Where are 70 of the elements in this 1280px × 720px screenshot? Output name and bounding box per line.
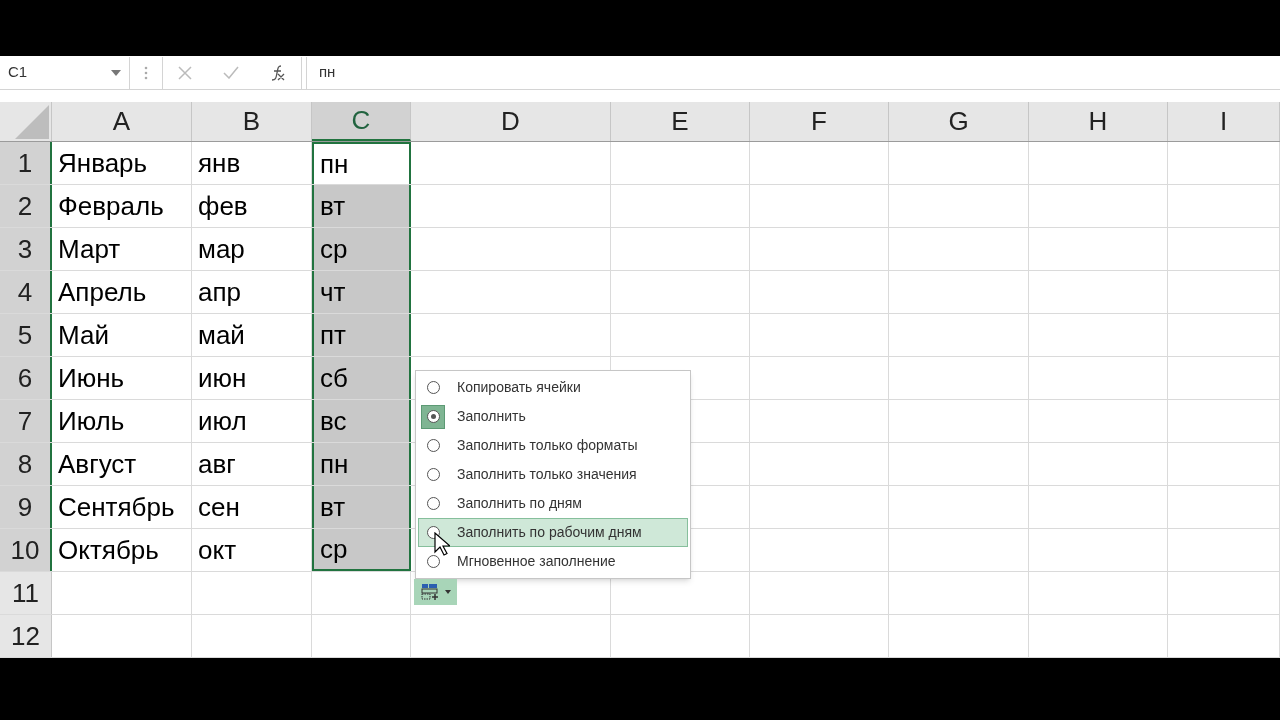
- mouse-cursor-icon: [434, 532, 450, 556]
- row-header[interactable]: 7: [0, 400, 52, 442]
- fill-option[interactable]: Заполнить по дням: [418, 489, 688, 518]
- cell-text: Октябрь: [58, 533, 159, 567]
- row-header[interactable]: 8: [0, 443, 52, 485]
- radio-button[interactable]: [421, 404, 445, 429]
- cell-text: вс: [320, 404, 347, 438]
- cell-text: июл: [198, 404, 247, 438]
- cell-text: Июль: [58, 404, 125, 438]
- row-header[interactable]: 5: [0, 314, 52, 356]
- cell-text: май: [198, 318, 245, 352]
- column-header[interactable]: C: [312, 102, 411, 141]
- auto-fill-options-button[interactable]: [414, 579, 457, 605]
- cell-text: вт: [320, 189, 346, 223]
- column-header[interactable]: F: [750, 102, 889, 141]
- fill-option[interactable]: Заполнить по рабочим дням: [418, 518, 688, 547]
- fill-option[interactable]: Мгновенное заполнение: [418, 547, 688, 576]
- corner-triangle-icon: [15, 105, 49, 139]
- cell-text: фев: [198, 189, 248, 223]
- cell-text: сб: [320, 361, 348, 395]
- cell-text: апр: [198, 275, 241, 309]
- dropdown-caret-icon: [111, 69, 121, 76]
- formula-field[interactable]: пн: [306, 56, 1280, 89]
- cell-text: Сентябрь: [58, 490, 175, 524]
- cell-text: мар: [198, 232, 245, 266]
- row-header[interactable]: 1: [0, 142, 52, 184]
- column-header[interactable]: B: [192, 102, 312, 141]
- function-icon[interactable]: [269, 64, 286, 81]
- column-header[interactable]: I: [1168, 102, 1280, 141]
- row-header[interactable]: 6: [0, 357, 52, 399]
- cell-text: Август: [58, 447, 137, 481]
- row-header[interactable]: 3: [0, 228, 52, 270]
- cell-text: янв: [198, 146, 241, 180]
- cell-text: авг: [198, 447, 236, 481]
- name-box[interactable]: C1: [0, 56, 130, 89]
- fill-grid-icon: [420, 583, 441, 601]
- cell-text: пт: [320, 318, 346, 352]
- cell-text: июн: [198, 361, 247, 395]
- row-header[interactable]: 10: [0, 529, 52, 571]
- cell-text: Январь: [58, 146, 148, 180]
- checkmark-icon[interactable]: [223, 66, 239, 79]
- column-header[interactable]: A: [52, 102, 192, 141]
- cell-text: Апрель: [58, 275, 147, 309]
- cell-text: сен: [198, 490, 240, 524]
- column-header[interactable]: G: [889, 102, 1029, 141]
- row-header[interactable]: 2: [0, 185, 52, 227]
- row-header[interactable]: 4: [0, 271, 52, 313]
- row-header[interactable]: 11: [0, 572, 52, 614]
- row-header[interactable]: 9: [0, 486, 52, 528]
- cell-text: ср: [320, 232, 348, 266]
- column-header[interactable]: E: [611, 102, 750, 141]
- fill-option[interactable]: Заполнить: [418, 402, 688, 431]
- column-header[interactable]: H: [1029, 102, 1168, 141]
- cell-text: вт: [320, 490, 346, 524]
- cell-text: Март: [58, 232, 121, 266]
- row-header[interactable]: 12: [0, 615, 52, 657]
- fill-option[interactable]: Копировать ячейки: [418, 373, 688, 402]
- fill-option[interactable]: Заполнить только форматы: [418, 431, 688, 460]
- cell-text: пн: [320, 147, 349, 181]
- column-header[interactable]: D: [411, 102, 611, 141]
- cell-text: Июнь: [58, 361, 125, 395]
- fill-option[interactable]: Заполнить только значения: [418, 460, 688, 489]
- cell-text: чт: [320, 275, 346, 309]
- cell-text: Май: [58, 318, 109, 352]
- drag-handle-icon: [144, 65, 148, 80]
- cell-text: Февраль: [58, 189, 164, 223]
- cell-text: окт: [198, 533, 237, 567]
- cell-text: ср: [320, 532, 348, 566]
- dropdown-caret-icon: [444, 590, 451, 594]
- cell-text: пн: [320, 447, 349, 481]
